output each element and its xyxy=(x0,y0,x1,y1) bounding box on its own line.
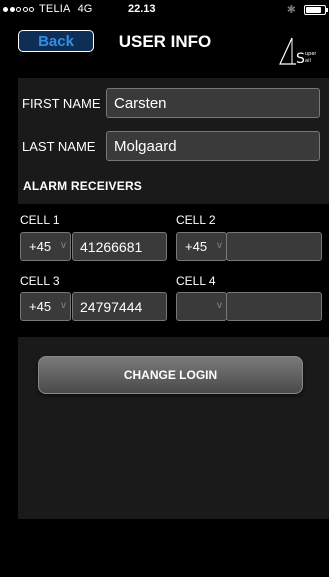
bluetooth-icon: ✱ xyxy=(286,4,296,16)
network-type: 4G xyxy=(77,3,93,15)
first-name-field[interactable]: Carsten xyxy=(106,88,320,118)
cell-1-prefix-value: +45 xyxy=(29,239,52,254)
cell-3-prefix-value: +45 xyxy=(29,299,52,314)
cell-3-number-field[interactable]: 24797444 xyxy=(72,292,167,321)
cell-2-label: CELL 2 xyxy=(176,213,216,227)
navigation-bar: Back USER INFO S uper ail xyxy=(0,20,329,67)
status-bar: TELIA 4G 22.13 ✱ xyxy=(0,0,329,20)
alarm-receivers-title: ALARM RECEIVERS xyxy=(23,179,143,193)
change-login-button[interactable]: CHANGE LOGIN xyxy=(38,356,303,394)
battery-level xyxy=(306,6,322,13)
supersail-logo-icon: S uper ail xyxy=(279,37,316,67)
first-name-label: FIRST NAME xyxy=(22,96,101,111)
cell-2-country-code[interactable]: +45 v xyxy=(176,232,227,261)
cell-3-country-code[interactable]: +45 v xyxy=(20,292,71,321)
cell-4-label: CELL 4 xyxy=(176,274,216,288)
cell-2-number-field[interactable] xyxy=(226,232,322,261)
cell-1-country-code[interactable]: +45 v xyxy=(20,232,71,261)
carrier-name: TELIA xyxy=(39,3,71,15)
battery-icon xyxy=(304,4,328,15)
chevron-down-icon: v xyxy=(61,240,66,251)
cell-1-number-field[interactable]: 41266681 xyxy=(72,232,167,261)
logo-letter: S xyxy=(296,51,305,67)
cell-4-number-field[interactable] xyxy=(226,292,322,321)
chevron-down-icon: v xyxy=(61,300,66,311)
back-button[interactable]: Back xyxy=(18,30,94,52)
cell-3-label: CELL 3 xyxy=(20,274,60,288)
chevron-down-icon: v xyxy=(217,240,222,251)
logo-text-upper: uper xyxy=(305,51,316,57)
last-name-field[interactable]: Molgaard xyxy=(106,131,320,161)
cell-2-prefix-value: +45 xyxy=(185,239,208,254)
chevron-down-icon: v xyxy=(217,300,222,311)
signal-strength-icon xyxy=(3,6,34,12)
logo-text-lower: ail xyxy=(305,58,311,64)
status-time: 22.13 xyxy=(128,3,156,15)
status-right: ✱ xyxy=(286,3,328,16)
status-left: TELIA 4G xyxy=(3,3,92,15)
last-name-label: LAST NAME xyxy=(22,139,96,154)
page-title: USER INFO xyxy=(118,32,212,51)
cell-4-country-code[interactable]: v xyxy=(176,292,227,321)
alarm-receivers-box: CELL 1 +45 v 41266681 CELL 2 +45 v CELL … xyxy=(18,204,329,337)
cell-1-label: CELL 1 xyxy=(20,213,60,227)
